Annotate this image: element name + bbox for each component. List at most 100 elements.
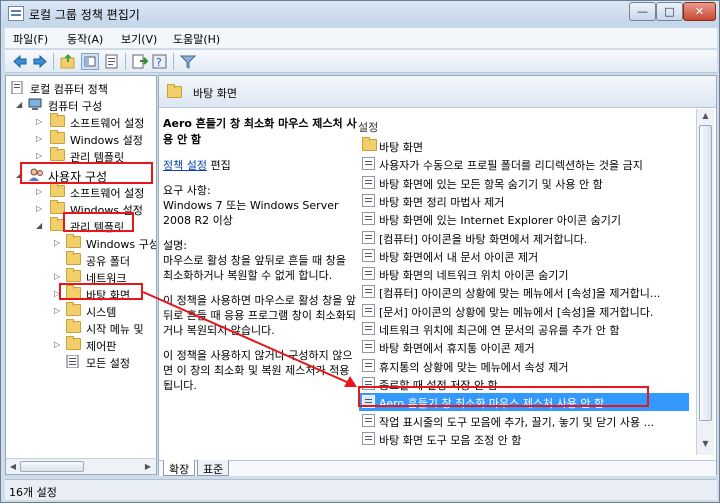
list-item-label: [컴퓨터] 아이콘의 상황에 맞는 메뉴에서 [속성]을 제거합니... [379, 287, 661, 301]
list-item-label: 네트워크 위치에 최근에 연 문서의 공유를 추가 안 함 [379, 324, 620, 337]
policy-setting-icon [362, 322, 375, 335]
policy-setting-icon [362, 413, 375, 427]
properties-icon[interactable] [103, 53, 121, 70]
list-item-setting[interactable]: [문서] 아이콘의 상황에 맞는 메뉴에서 [속성]을 제거합니다. [359, 302, 689, 320]
back-arrow-icon[interactable] [11, 53, 29, 70]
requirements-label: 요구 사항: [163, 184, 211, 197]
list-item-label: 바탕 화면 [379, 141, 423, 154]
edit-suffix: 편집 [206, 159, 231, 172]
description-label: 설명: [163, 239, 187, 252]
details-pane: 바탕 화면 Aero 흔들기 창 최소화 마우스 제스처 사용 안 함 정책 설… [158, 75, 717, 476]
computer-icon [28, 98, 44, 111]
expand-arrow-icon[interactable]: ▷ [36, 117, 44, 126]
navigation-tree[interactable]: 로컬 컴퓨터 정책 ◢ 컴퓨터 구성 ▷ 소프트웨어 설정 ▷ Windows … [5, 75, 157, 475]
list-item-setting[interactable]: 바탕 화면의 네트워크 위치 아이콘 숨기기 [359, 265, 689, 283]
list-item-setting[interactable]: 바탕 화면에 있는 Internet Explorer 아이콘 숨기기 [359, 210, 689, 228]
folder-icon [66, 285, 82, 300]
list-item-setting[interactable]: 바탕 화면 도구 모음 조정 안 함 [359, 430, 689, 448]
policy-editor-icon [8, 6, 24, 21]
tab-extended[interactable]: 확장 [163, 460, 196, 476]
policy-setting-icon [362, 285, 375, 299]
folder-icon [50, 130, 66, 145]
status-text: 16개 설정 [9, 486, 57, 499]
collapse-arrow-icon[interactable]: ◢ [16, 100, 24, 109]
maximize-button[interactable]: □ [656, 2, 683, 21]
expand-arrow-icon[interactable]: ▷ [36, 187, 44, 196]
minimize-button[interactable]: — [629, 2, 656, 21]
folder-icon [50, 113, 66, 128]
list-item-label: 바탕 화면에서 내 문서 아이콘 제거 [379, 250, 539, 264]
folder-icon [50, 200, 66, 215]
scroll-right-icon[interactable]: ▶ [142, 461, 154, 472]
scroll-down-icon[interactable]: ▼ [700, 439, 711, 451]
help-icon[interactable]: ? [151, 53, 169, 70]
filter-icon[interactable] [179, 53, 197, 70]
status-bar: 16개 설정 [5, 479, 717, 500]
expand-arrow-icon[interactable]: ▷ [36, 134, 44, 143]
policy-setting-icon [362, 358, 375, 372]
list-item-setting[interactable]: 사용자가 수동으로 프로필 폴더를 리디렉션하는 것을 금지 [359, 155, 689, 173]
expand-arrow-icon[interactable]: ▷ [54, 238, 62, 247]
tab-standard[interactable]: 표준 [197, 460, 230, 476]
list-item-setting[interactable]: 작업 표시줄의 도구 모음에 추가, 끌기, 놓기 및 닫기 사용 ... [359, 412, 689, 430]
app-window: 로컬 그룹 정책 편집기 — □ ✕ 파일(F) 동작(A) 보기(V) 도움말… [0, 0, 720, 503]
scroll-thumb[interactable] [20, 461, 84, 472]
menu-file[interactable]: 파일(F) [13, 31, 48, 47]
settings-column-header[interactable]: 설정 [358, 119, 378, 135]
document-icon [10, 80, 26, 95]
collapse-arrow-icon[interactable]: ◢ [36, 221, 44, 230]
list-item-setting[interactable]: 휴지통의 상황에 맞는 메뉴에서 속성 제거 [359, 357, 689, 375]
menu-help[interactable]: 도움말(H) [173, 31, 220, 47]
policy-setting-icon [362, 340, 375, 354]
list-item-setting[interactable]: [컴퓨터] 아이콘을 바탕 화면에서 제거합니다. [359, 229, 689, 247]
list-item-label: 바탕 화면의 네트워크 위치 아이콘 숨기기 [379, 269, 569, 283]
policy-setting-icon [362, 212, 375, 226]
expand-arrow-icon[interactable]: ▷ [54, 306, 62, 315]
policy-setting-icon [362, 395, 375, 409]
list-item-setting[interactable]: [컴퓨터] 아이콘의 상황에 맞는 메뉴에서 [속성]을 제거합니... [359, 283, 689, 301]
export-list-icon[interactable] [131, 53, 149, 70]
list-item-setting[interactable]: 네트워크 위치에 최근에 연 문서의 공유를 추가 안 함 [359, 320, 689, 338]
list-item-setting[interactable]: 바탕 화면 정리 마법사 제거 [359, 192, 689, 210]
up-folder-icon[interactable] [59, 53, 77, 70]
list-item-folder[interactable]: 바탕 화면 [359, 137, 689, 155]
list-item-setting[interactable]: Aero 흔들기 창 최소화 마우스 제스처 사용 안 함 [359, 393, 689, 412]
policy-title: Aero 흔들기 창 최소화 마우스 제스처 사용 안 함 [163, 117, 357, 146]
policy-setting-icon [362, 193, 375, 207]
settings-list[interactable]: 설정 바탕 화면 사용자가 수동으로 프로필 폴더를 리디렉션하는 것을 금지 바탕… [358, 114, 693, 464]
expand-arrow-icon[interactable]: ▷ [54, 289, 62, 298]
menu-bar: 파일(F) 동작(A) 보기(V) 도움말(H) [5, 28, 717, 48]
expand-arrow-icon[interactable]: ▷ [36, 204, 44, 213]
list-vertical-scrollbar[interactable]: ▲ ▼ [696, 109, 714, 455]
scroll-thumb[interactable] [699, 125, 712, 421]
folder-icon [362, 137, 377, 152]
scroll-left-icon[interactable]: ◀ [7, 461, 19, 472]
tree-horizontal-scrollbar[interactable]: ◀ ▶ [6, 458, 156, 474]
show-tree-icon[interactable] [81, 53, 99, 70]
folder-icon [50, 183, 66, 198]
forward-arrow-icon[interactable] [31, 53, 49, 70]
folder-icon [66, 336, 82, 351]
list-item-setting[interactable]: 바탕 화면에서 내 문서 아이콘 제거 [359, 247, 689, 265]
folder-icon [167, 84, 182, 98]
list-item-setting[interactable]: 바탕 화면에서 휴지통 아이콘 제거 [359, 338, 689, 356]
list-item-setting[interactable]: 종료할 때 설정 저장 안 함 [359, 375, 689, 393]
expand-arrow-icon[interactable]: ▷ [36, 151, 44, 160]
details-header-title: 바탕 화면 [193, 87, 237, 100]
edit-policy-link[interactable]: 정책 설정 [163, 159, 207, 172]
title-bar[interactable]: 로컬 그룹 정책 편집기 — □ ✕ [1, 1, 719, 27]
collapse-arrow-icon[interactable]: ◢ [16, 170, 24, 179]
description-disabled: 이 정책을 사용하지 않거나 구성하지 않으면 이 창의 최소화 및 복원 제스… [163, 349, 353, 392]
list-item-setting[interactable]: 바탕 화면에 있는 모든 항목 숨기기 및 사용 안 함 [359, 174, 689, 192]
folder-icon [66, 302, 82, 317]
details-header: 바탕 화면 [159, 76, 716, 108]
scroll-up-icon[interactable]: ▲ [700, 111, 711, 123]
expand-arrow-icon[interactable]: ▷ [54, 272, 62, 281]
folder-icon [66, 268, 82, 283]
toolbar-separator [125, 53, 126, 70]
menu-action[interactable]: 동작(A) [67, 31, 103, 47]
close-button[interactable]: ✕ [683, 2, 716, 21]
expand-arrow-icon[interactable]: ▷ [54, 340, 62, 349]
menu-view[interactable]: 보기(V) [121, 31, 157, 47]
requirements-text: Windows 7 또는 Windows Server 2008 R2 이상 [163, 199, 339, 227]
